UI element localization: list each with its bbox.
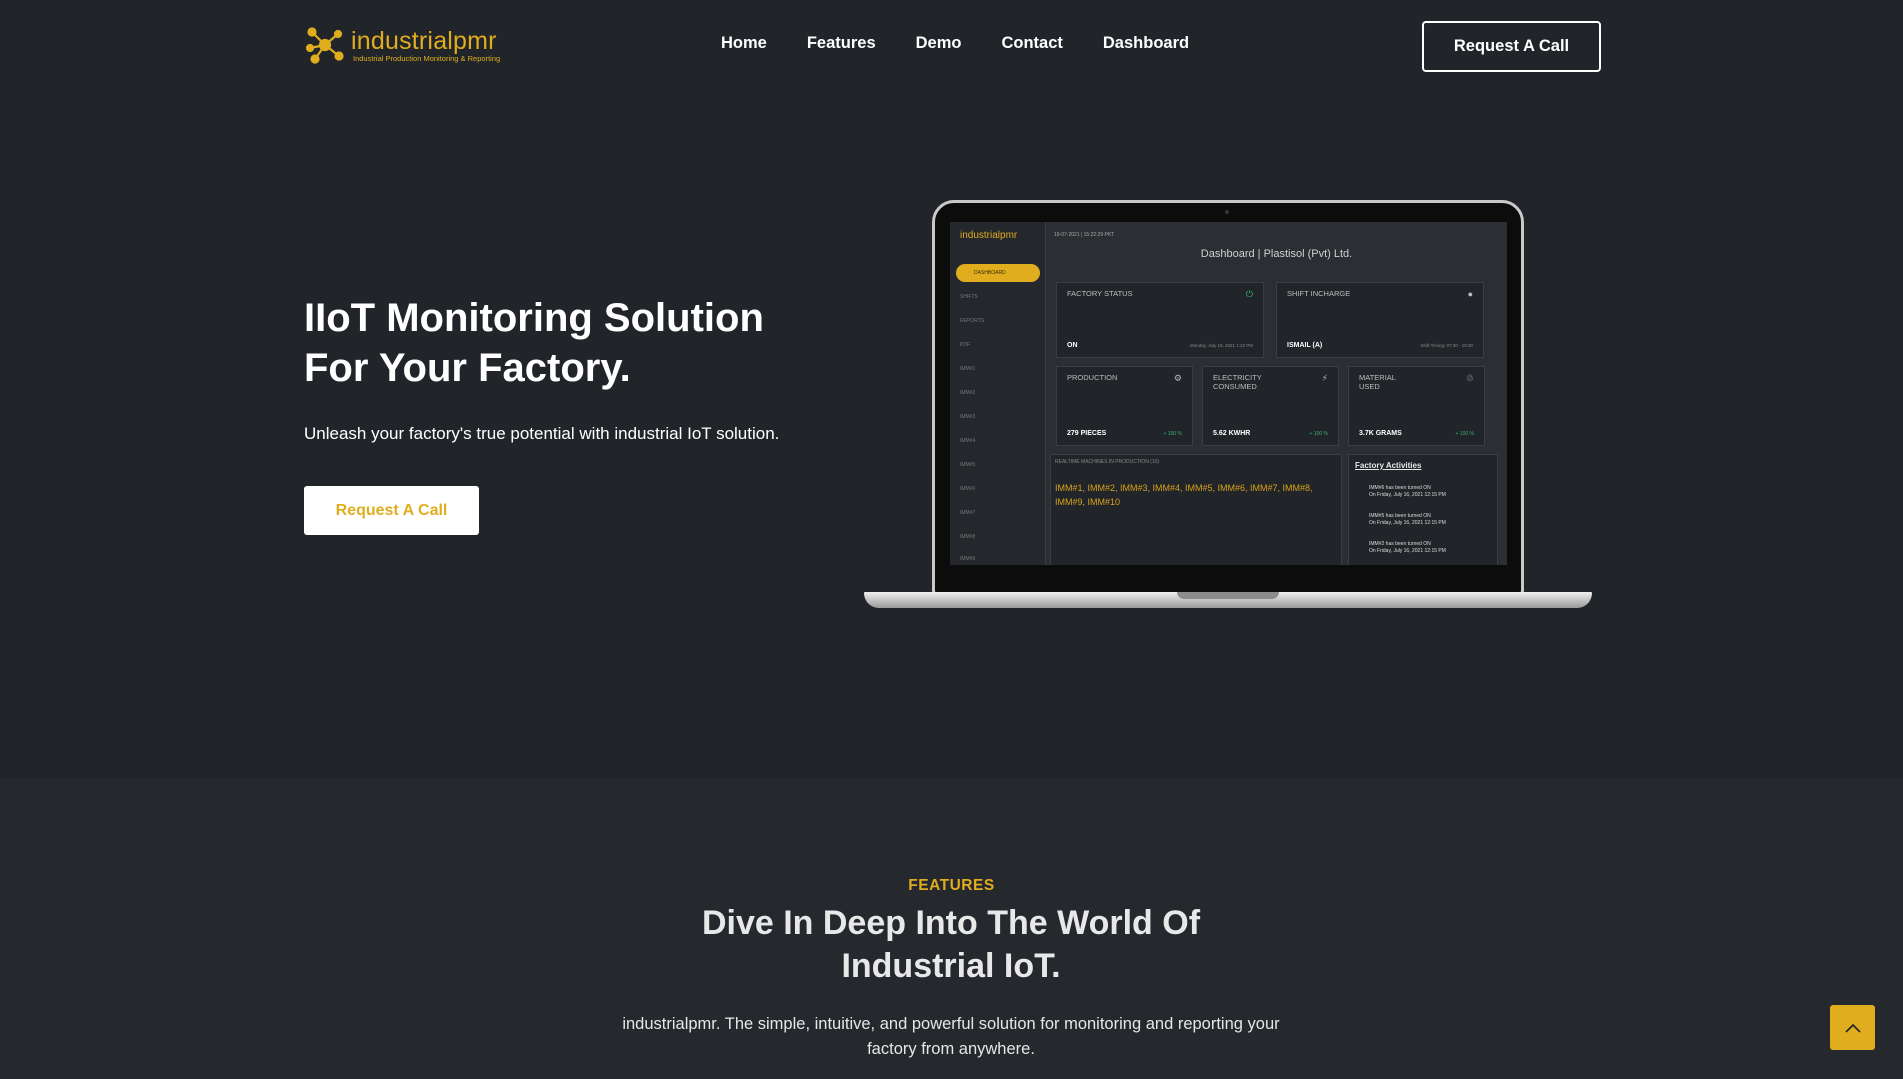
preview-sidebar-item: IMM#4 <box>960 438 976 444</box>
card-label: SHIFT INCHARGE <box>1287 289 1351 298</box>
card-value: ON <box>1067 342 1078 349</box>
bolt-icon: ⚡ <box>1321 373 1328 383</box>
activities-title: Factory Activities <box>1355 461 1422 470</box>
preview-sidebar-item: IMM#6 <box>960 486 976 492</box>
header-request-call-button[interactable]: Request A Call <box>1422 21 1601 72</box>
activity-when: On Friday, July 16, 2021 12:15 PM <box>1369 520 1446 526</box>
gears-icon: ⚙ <box>1173 373 1182 383</box>
card-label: MATERIAL USED <box>1359 373 1396 391</box>
brand-logo[interactable]: industrialpmr Industrial Production Moni… <box>305 26 500 64</box>
preview-sidebar-item: SHIFTS <box>960 294 978 300</box>
network-nodes-icon <box>305 27 344 64</box>
preview-sidebar-item: PDF <box>960 342 970 348</box>
nav-home[interactable]: Home <box>721 34 767 53</box>
features-title-line-1: Dive In Deep Into The World Of <box>701 904 1201 942</box>
card-label-line: USED <box>1359 382 1380 391</box>
preview-sidebar-active: DASHBOARD <box>956 264 1040 282</box>
activity-when: On Friday, July 16, 2021 12:15 PM <box>1369 492 1446 498</box>
brand-name: industrialpmr <box>351 26 497 55</box>
preview-sidebar-item: IMM#7 <box>960 510 976 516</box>
features-description-line-1: industrialpmr. The simple, intuitive, an… <box>622 1015 1280 1033</box>
features-description-line-2: factory from anywhere. <box>867 1040 1035 1058</box>
preview-sidebar-item: IMM#5 <box>960 462 976 468</box>
hero-request-call-button[interactable]: Request A Call <box>304 486 479 535</box>
card-label: FACTORY STATUS <box>1067 289 1133 298</box>
card-label-line: CONSUMED <box>1213 382 1257 391</box>
preview-logo: industrialpmr <box>960 230 1018 241</box>
preview-sidebar-item: IMM#3 <box>960 414 976 420</box>
main-nav: Home Features Demo Contact Dashboard <box>721 34 1189 53</box>
site-header: industrialpmr Industrial Production Moni… <box>0 0 1903 92</box>
nav-contact[interactable]: Contact <box>1001 34 1062 53</box>
features-title-line-2: Industrial IoT. <box>841 947 1061 985</box>
user-icon: ● <box>1467 289 1473 299</box>
preview-timestamp: 19-07-2021 | 15:22:29 PKT <box>1054 232 1115 238</box>
realtime-machines-panel: REALTIME MACHINES IN PRODUCTION (10) IMM… <box>1050 454 1342 565</box>
hero-subtitle: Unleash your factory's true potential wi… <box>304 424 780 443</box>
preview-sidebar-item: REPORTS <box>960 318 985 324</box>
card-shift-timing: Shift Timing: 07:30 - 19:30 <box>1420 343 1473 348</box>
activity-item: IMM#6 has been turned ON On Friday, July … <box>1369 485 1446 499</box>
nav-demo[interactable]: Demo <box>916 34 962 53</box>
hero-title-line-1: IIoT Monitoring Solution <box>304 296 764 340</box>
brand-tagline: Industrial Production Monitoring & Repor… <box>353 53 501 63</box>
preview-sidebar: industrialpmr DASHBOARD SHIFTS REPORTS P… <box>950 222 1046 565</box>
activity-text: IMM#6 has been turned ON <box>1369 485 1431 491</box>
card-date: Monday, July 19, 2021 1:22 PM <box>1190 343 1253 348</box>
features-eyebrow: FEATURES <box>908 877 995 894</box>
material-icon: ♲ <box>1465 373 1474 383</box>
card-value: 5.62 KWHR <box>1213 430 1251 437</box>
features-title: Dive In Deep Into The World Of Industria… <box>601 902 1301 988</box>
power-icon: ⏻ <box>1245 289 1253 299</box>
preview-sidebar-item: IMM#9 <box>960 556 976 562</box>
card-label-line: MATERIAL <box>1359 373 1396 382</box>
hero-title-line-2: For Your Factory. <box>304 346 631 390</box>
activity-text: IMM#5 has been turned ON <box>1369 513 1431 519</box>
laptop-notch <box>1177 592 1279 599</box>
factory-status-card: FACTORY STATUS ⏻ ON Monday, July 19, 202… <box>1056 282 1264 358</box>
laptop-mockup: industrialpmr DASHBOARD SHIFTS REPORTS P… <box>864 198 1592 618</box>
activity-item: IMM#2 has been turned ON On Friday, July … <box>1369 541 1446 555</box>
card-value: 3.7K GRAMS <box>1359 430 1402 437</box>
back-to-top-button[interactable] <box>1830 1005 1875 1050</box>
preview-sidebar-item: IMM#1 <box>960 366 976 372</box>
card-label: ELECTRICITY CONSUMED <box>1213 373 1262 391</box>
card-label-line: ELECTRICITY <box>1213 373 1262 382</box>
card-change: + 100 % <box>1163 431 1183 437</box>
chevron-up-icon <box>1844 1023 1861 1033</box>
realtime-machines: IMM#1, IMM#2, IMM#3, IMM#4, IMM#5, IMM#6… <box>1055 483 1313 507</box>
realtime-label: REALTIME MACHINES IN PRODUCTION (10) <box>1055 459 1160 465</box>
nav-features[interactable]: Features <box>807 34 876 53</box>
activity-text: IMM#2 has been turned ON <box>1369 541 1431 547</box>
production-card: PRODUCTION ⚙ 279 PIECES + 100 % <box>1056 366 1193 446</box>
dashboard-screenshot: industrialpmr DASHBOARD SHIFTS REPORTS P… <box>950 222 1507 565</box>
activity-item: IMM#5 has been turned ON On Friday, July … <box>1369 513 1446 527</box>
preview-sidebar-item: IMM#8 <box>960 534 976 540</box>
hero-title: IIoT Monitoring Solution For Your Factor… <box>304 293 864 393</box>
nav-dashboard[interactable]: Dashboard <box>1103 34 1189 53</box>
material-card: MATERIAL USED ♲ 3.7K GRAMS + 100 % <box>1348 366 1485 446</box>
card-change: + 100 % <box>1455 431 1475 437</box>
card-change: + 100 % <box>1309 431 1329 437</box>
camera-dot <box>1225 210 1229 214</box>
factory-activities-panel: Factory Activities IMM#6 has been turned… <box>1348 454 1498 565</box>
card-label: PRODUCTION <box>1067 373 1118 382</box>
shift-incharge-card: SHIFT INCHARGE ● ISMAIL (A) Shift Timing… <box>1276 282 1484 358</box>
preview-sidebar-item: IMM#2 <box>960 390 976 396</box>
preview-title: Dashboard | Plastisol (Pvt) Ltd. <box>1200 248 1353 260</box>
electricity-card: ELECTRICITY CONSUMED ⚡ 5.62 KWHR + 100 % <box>1202 366 1339 446</box>
activity-when: On Friday, July 16, 2021 12:15 PM <box>1369 548 1446 554</box>
card-value: 279 PIECES <box>1067 430 1107 437</box>
features-description: industrialpmr. The simple, intuitive, an… <box>591 1012 1311 1062</box>
card-value: ISMAIL (A) <box>1287 342 1323 349</box>
